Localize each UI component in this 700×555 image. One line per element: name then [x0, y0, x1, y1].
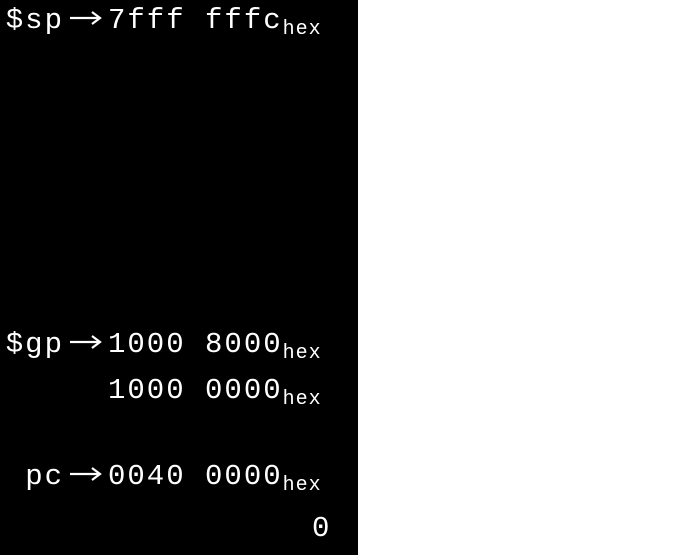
data-base-address: 1000 0000	[108, 374, 283, 407]
gp-row: $gp 1000 8000hex	[0, 328, 322, 361]
hex-suffix: hex	[283, 342, 322, 365]
arrow-icon	[64, 458, 108, 491]
gp-second-addr-row: 1000 0000hex	[108, 374, 322, 407]
pc-address: 0040 0000	[108, 460, 283, 493]
sp-row: $sp 7fff fffchex	[0, 4, 322, 37]
sp-label: $sp	[0, 4, 64, 37]
pc-label: pc	[16, 460, 64, 493]
arrow-icon	[64, 2, 108, 35]
hex-suffix: hex	[283, 18, 322, 41]
pc-row: pc 0040 0000hex	[16, 460, 322, 493]
zero-row: 0	[312, 512, 331, 545]
arrow-icon	[64, 326, 108, 359]
gp-address: 1000 8000	[108, 328, 283, 361]
sp-address: 7fff fffc	[108, 4, 283, 37]
memory-region-box	[358, 0, 700, 555]
hex-suffix: hex	[283, 388, 322, 411]
hex-suffix: hex	[283, 474, 322, 497]
zero-address: 0	[312, 512, 331, 545]
gp-label: $gp	[0, 328, 64, 361]
